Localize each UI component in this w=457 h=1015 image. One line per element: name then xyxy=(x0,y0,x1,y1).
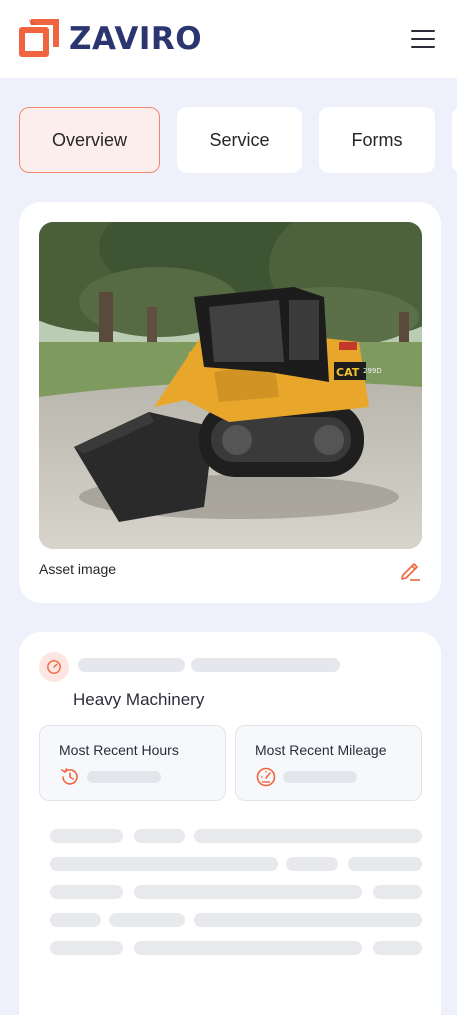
hamburger-menu-icon[interactable] xyxy=(411,30,435,48)
skeleton-line xyxy=(194,913,422,927)
skeleton-line xyxy=(348,857,422,871)
value-skeleton xyxy=(283,771,357,783)
tab-forms[interactable]: Forms xyxy=(319,107,435,173)
skeleton-line xyxy=(50,885,123,899)
metric-title: Most Recent Hours xyxy=(59,742,179,758)
tab-partial[interactable] xyxy=(452,107,457,173)
skeleton-line xyxy=(286,857,338,871)
tab-service[interactable]: Service xyxy=(177,107,302,173)
app-header: ZAVIRO xyxy=(0,0,457,78)
metric-recent-hours: Most Recent Hours xyxy=(39,725,226,801)
asset-details-card: Heavy Machinery Most Recent Hours Most R… xyxy=(19,632,441,1015)
skeleton-line xyxy=(194,829,422,843)
speedometer-icon xyxy=(256,767,276,787)
skeleton-line xyxy=(134,941,362,955)
skeleton-line xyxy=(373,941,422,955)
svg-text:299D: 299D xyxy=(363,367,382,375)
pencil-icon[interactable] xyxy=(399,559,421,581)
skeleton-line xyxy=(50,913,101,927)
tab-overview[interactable]: Overview xyxy=(19,107,160,173)
gauge-icon xyxy=(39,652,69,682)
skid-steer-photo: CAT 299D xyxy=(39,222,422,549)
skeleton-line xyxy=(134,885,362,899)
skeleton-line xyxy=(50,941,123,955)
skeleton-line xyxy=(109,913,185,927)
title-skeleton xyxy=(78,658,185,672)
brand[interactable]: ZAVIRO xyxy=(19,19,202,59)
metric-title: Most Recent Mileage xyxy=(255,742,387,758)
skeleton-line xyxy=(373,885,422,899)
image-caption: Asset image xyxy=(39,561,117,577)
skeleton-line xyxy=(50,829,123,843)
clock-history-icon xyxy=(61,768,78,785)
zaviro-logo-icon xyxy=(19,19,59,57)
skeleton-line xyxy=(134,829,185,843)
asset-category: Heavy Machinery xyxy=(73,690,205,709)
asset-photo: CAT 299D xyxy=(39,222,422,549)
skeleton-line xyxy=(50,857,278,871)
brand-name: ZAVIRO xyxy=(69,21,203,57)
metric-recent-mileage: Most Recent Mileage xyxy=(235,725,422,801)
value-skeleton xyxy=(87,771,161,783)
title-skeleton xyxy=(191,658,340,672)
asset-tabs: Overview Service Forms xyxy=(19,107,457,173)
svg-text:CAT: CAT xyxy=(336,366,360,379)
asset-image-card: CAT 299D Asset image xyxy=(19,202,441,603)
